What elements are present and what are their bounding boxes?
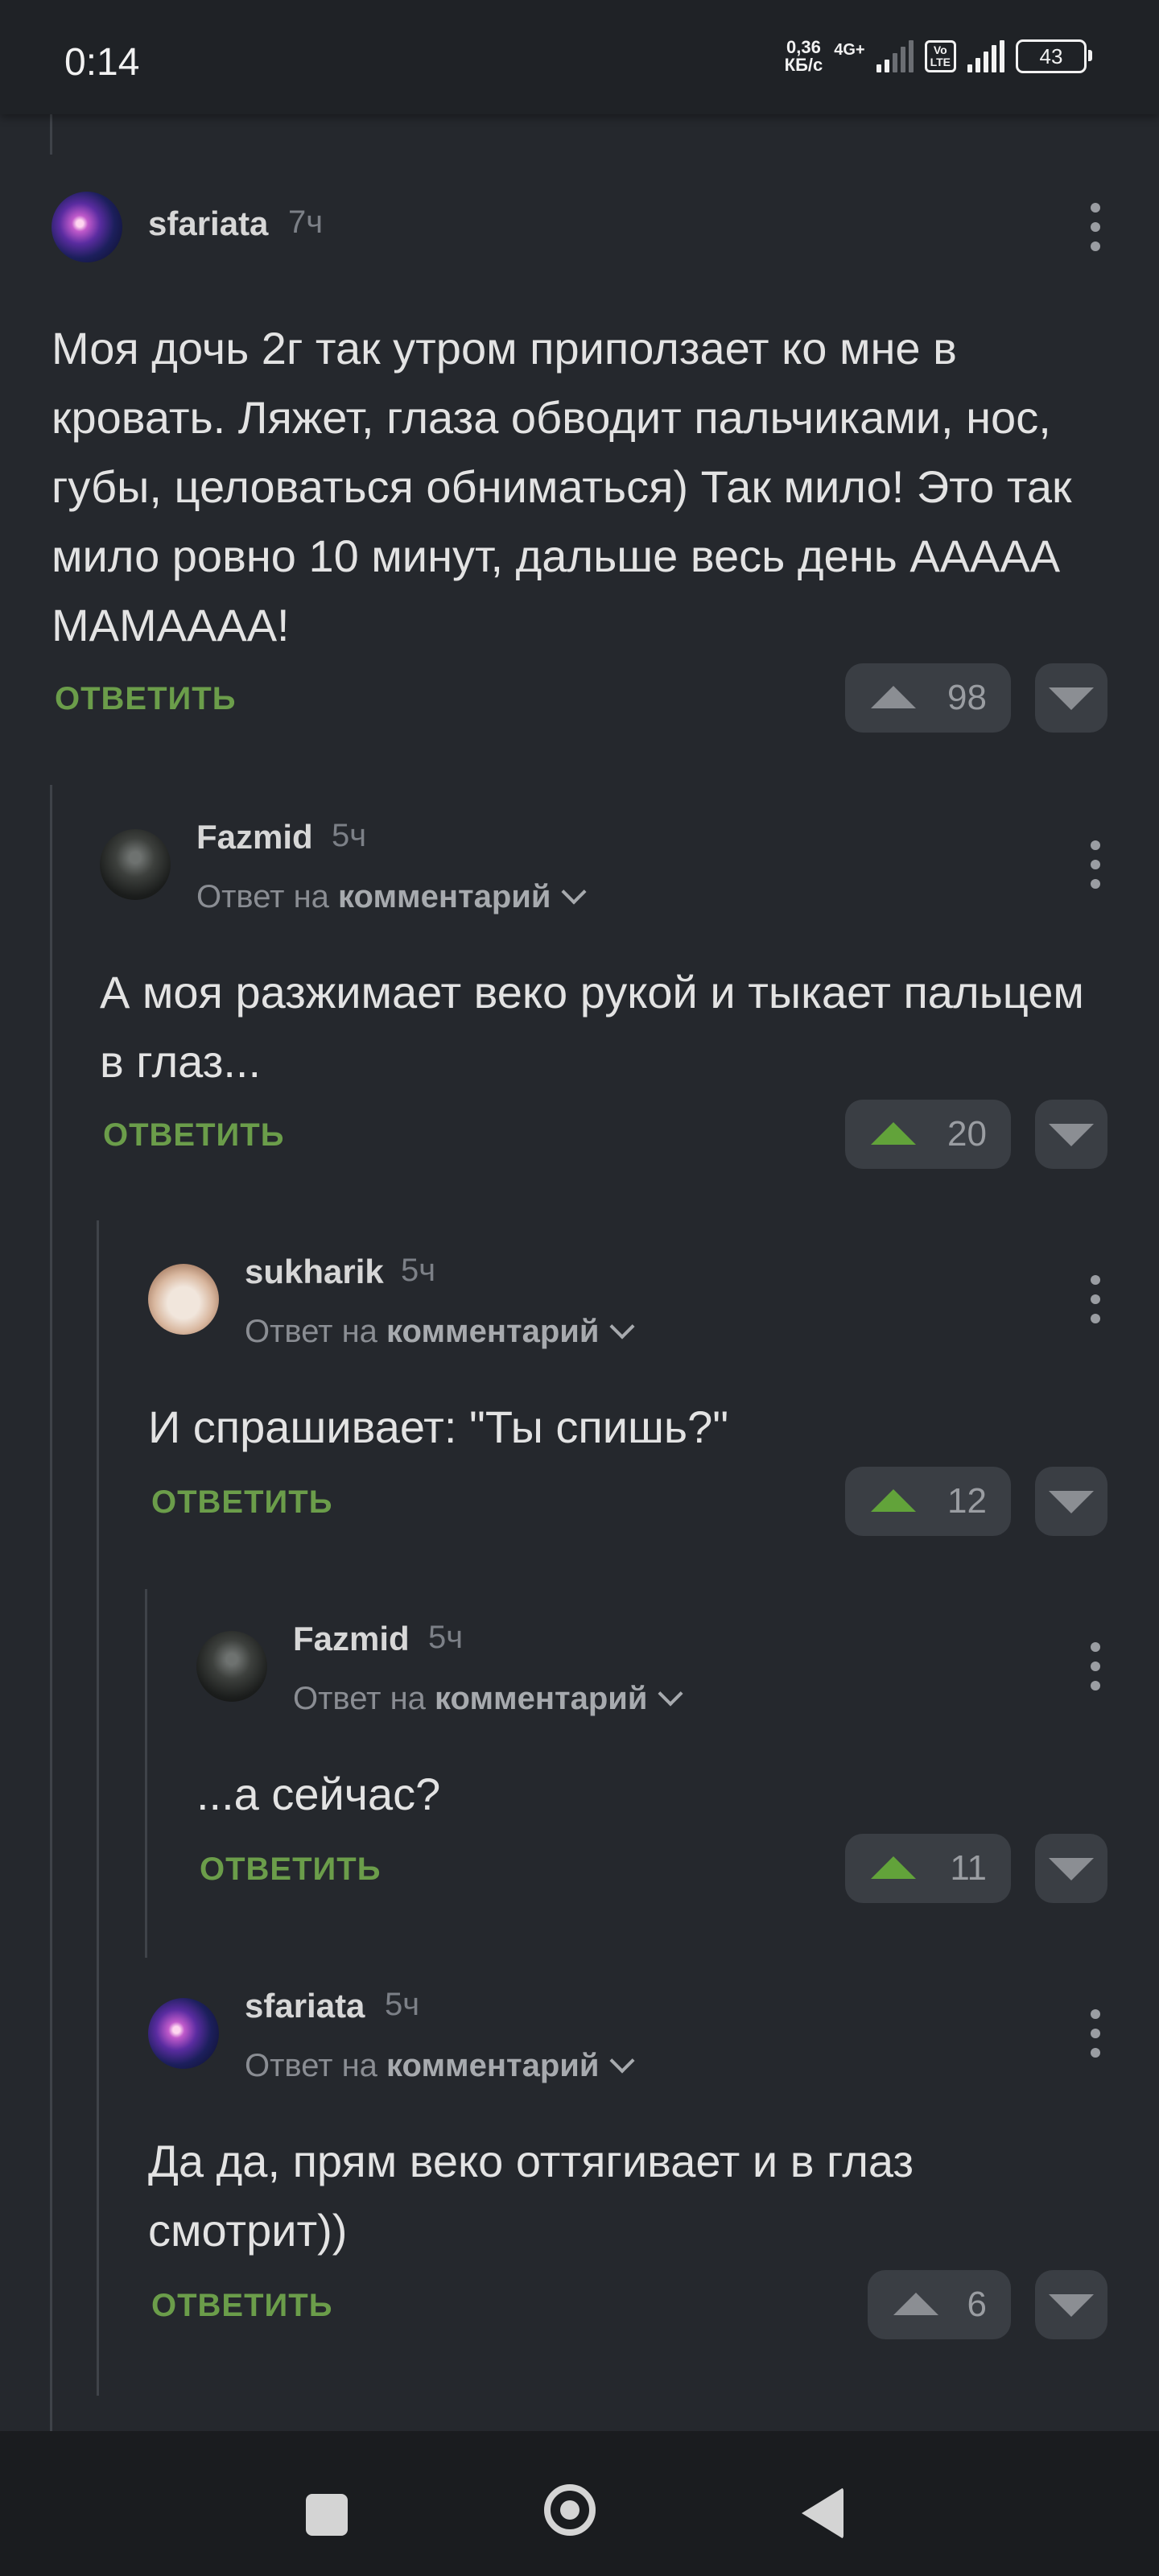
chevron-down-icon — [561, 879, 588, 905]
network-type-label: 4G+ — [834, 40, 865, 59]
home-icon[interactable] — [544, 2484, 596, 2536]
comment-time: 7ч — [288, 204, 324, 240]
upvote-icon — [871, 1856, 916, 1879]
upvote-icon — [871, 1122, 916, 1145]
comment-text: А моя разжимает веко рукой и тыкает паль… — [100, 967, 1084, 1087]
downvote-icon — [1049, 1124, 1094, 1146]
downvote-button[interactable] — [1035, 1100, 1107, 1169]
more-options-icon[interactable] — [1090, 1275, 1101, 1323]
comment-author[interactable]: Fazmid — [196, 818, 313, 857]
downvote-button[interactable] — [1035, 663, 1107, 733]
back-icon[interactable] — [802, 2487, 843, 2539]
downvote-button[interactable] — [1035, 1834, 1107, 1903]
comment-author[interactable]: sfariata — [148, 204, 268, 243]
upvote-button[interactable]: 98 — [845, 663, 1011, 733]
battery-icon: 43 — [1016, 39, 1092, 73]
comment-author[interactable]: sukharik — [245, 1253, 384, 1291]
signal-icon-2 — [967, 40, 1004, 72]
comment-time: 5ч — [332, 818, 367, 853]
upvote-icon — [871, 686, 916, 708]
thread-line — [145, 1589, 147, 1958]
more-options-icon[interactable] — [1090, 1642, 1101, 1690]
vote-count: 11 — [950, 1848, 987, 1888]
volte-icon: Vo LTE — [924, 40, 956, 72]
avatar[interactable] — [148, 1998, 219, 2069]
vote-count: 12 — [947, 1481, 987, 1521]
chevron-down-icon — [658, 1681, 684, 1707]
vote-count: 6 — [967, 2285, 987, 2324]
downvote-button[interactable] — [1035, 2270, 1107, 2339]
avatar[interactable] — [148, 1264, 219, 1335]
status-time: 0:14 — [64, 41, 140, 84]
comment-text: ...а сейчас? — [196, 1769, 441, 1819]
status-bar: 0:14 0,36 КБ/с 4G+ Vo LTE 43 — [0, 0, 1159, 114]
avatar[interactable] — [100, 829, 171, 900]
reply-to-link[interactable]: Ответ на комментарий — [196, 879, 588, 915]
reply-button[interactable]: ОТВЕТИТЬ — [151, 2288, 332, 2324]
signal-icon — [876, 40, 914, 72]
downvote-icon — [1049, 1491, 1094, 1513]
downvote-button[interactable] — [1035, 1467, 1107, 1536]
avatar[interactable] — [52, 192, 122, 262]
reply-button[interactable]: ОТВЕТИТЬ — [103, 1117, 284, 1154]
comment-time: 5ч — [428, 1620, 464, 1655]
downvote-icon — [1049, 2294, 1094, 2317]
comment-author[interactable]: sfariata — [245, 1987, 365, 2025]
downvote-icon — [1049, 687, 1094, 710]
more-options-icon[interactable] — [1090, 840, 1101, 889]
status-icons: 0,36 КБ/с 4G+ Vo LTE 43 — [784, 37, 1092, 75]
upvote-icon — [871, 1489, 916, 1512]
reply-button[interactable]: ОТВЕТИТЬ — [151, 1484, 332, 1521]
chevron-down-icon — [609, 1314, 636, 1340]
upvote-icon — [893, 2293, 938, 2315]
comment-time: 5ч — [401, 1253, 436, 1288]
comments-feed[interactable]: sfariata 7ч Моя дочь 2г так утром припол… — [0, 114, 1159, 2431]
more-options-icon[interactable] — [1090, 2009, 1101, 2058]
upvote-button[interactable]: 11 — [845, 1834, 1011, 1903]
avatar[interactable] — [196, 1631, 267, 1702]
thread-line — [97, 1220, 99, 2396]
vote-count: 98 — [947, 678, 987, 717]
comment-text: Моя дочь 2г так утром приползает ко мне … — [52, 323, 1072, 650]
comment-author[interactable]: Fazmid — [293, 1620, 410, 1658]
reply-to-link[interactable]: Ответ на комментарий — [245, 1314, 636, 1350]
reply-button[interactable]: ОТВЕТИТЬ — [55, 681, 236, 717]
upvote-button[interactable]: 6 — [868, 2270, 1011, 2339]
upvote-button[interactable]: 20 — [845, 1100, 1011, 1169]
vote-count: 20 — [947, 1114, 987, 1154]
upvote-button[interactable]: 12 — [845, 1467, 1011, 1536]
comment-text: И спрашивает: "Ты спишь?" — [148, 1402, 729, 1452]
comment-time: 5ч — [385, 1987, 420, 2022]
reply-to-link[interactable]: Ответ на комментарий — [293, 1681, 684, 1717]
system-nav-bar — [0, 2431, 1159, 2576]
network-speed: 0,36 КБ/с — [784, 37, 823, 75]
more-options-icon[interactable] — [1090, 203, 1101, 251]
reply-to-link[interactable]: Ответ на комментарий — [245, 2048, 636, 2084]
thread-line — [50, 114, 52, 155]
chevron-down-icon — [609, 2048, 636, 2074]
downvote-icon — [1049, 1858, 1094, 1880]
comment-text: Да да, прям веко оттягивает и в глаз смо… — [148, 2136, 914, 2256]
thread-line — [50, 785, 52, 2431]
recent-apps-icon[interactable] — [306, 2494, 348, 2536]
reply-button[interactable]: ОТВЕТИТЬ — [200, 1852, 381, 1888]
